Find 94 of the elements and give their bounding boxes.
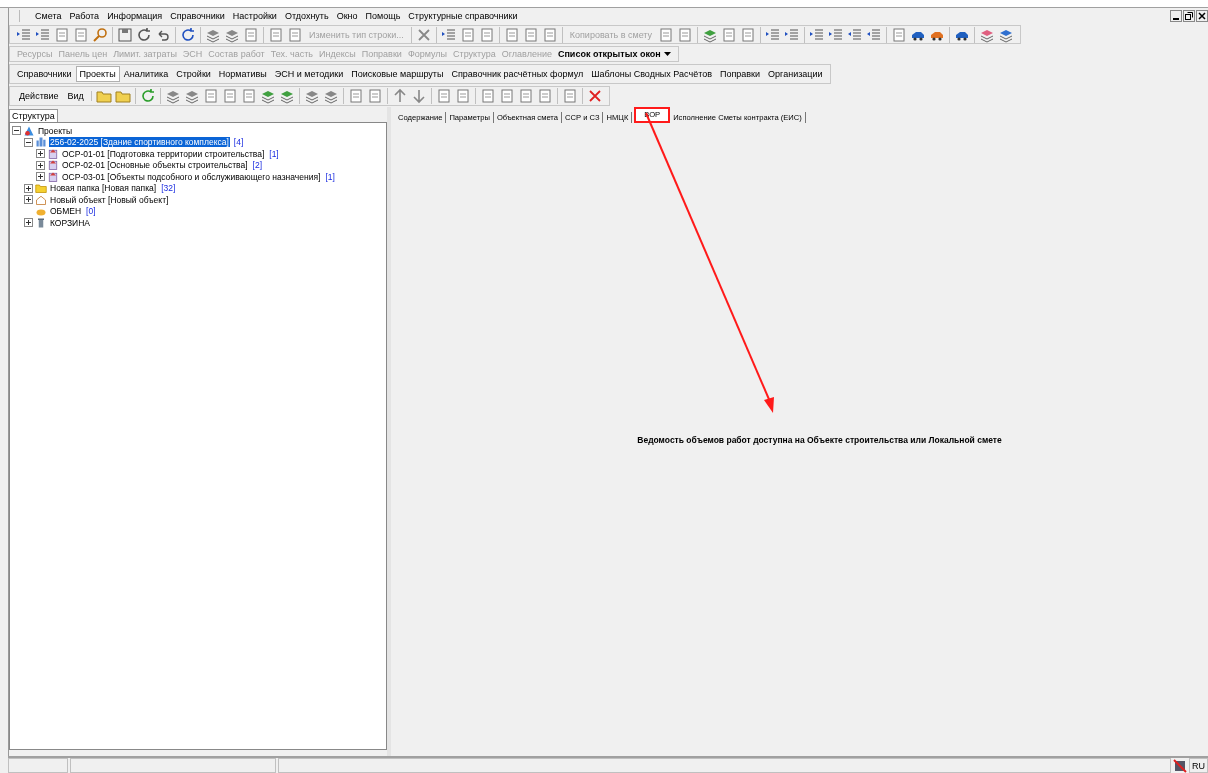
tree-item-label[interactable]: Проекты [37, 125, 74, 136]
stack-icon[interactable] [183, 88, 200, 104]
buildings-icon [35, 136, 47, 149]
menu-button[interactable]: Действие [16, 91, 62, 101]
document-icon[interactable] [517, 88, 534, 104]
info-message: Ведомость объемов работ доступна на Объекте строительства или Локальной смете [637, 434, 1002, 445]
document-icon[interactable] [536, 88, 553, 104]
trash-can-icon [35, 216, 47, 229]
nav-tab[interactable]: Поправки [715, 66, 765, 82]
no-entry-icon [1173, 758, 1187, 773]
list-icon[interactable] [765, 26, 782, 43]
dropdown-button[interactable]: Список открытых окон [554, 49, 674, 59]
tree-item-label[interactable]: Новая папка [Новая папка] [49, 183, 158, 194]
outdent-icon[interactable] [866, 26, 883, 43]
indent-icon[interactable] [828, 26, 845, 43]
menu-item[interactable]: Окно [332, 11, 362, 21]
tree-item-label[interactable]: ОСР-03-01 [Объекты подсобного и обслуживающего назначения] [61, 171, 322, 182]
menu-item[interactable]: Отдохнуть [280, 11, 333, 21]
nav-tab[interactable]: Организации [764, 66, 827, 82]
nav-tab[interactable]: ЭСН и методики [270, 66, 348, 82]
indent-icon[interactable] [809, 26, 826, 43]
triangle-icon [23, 124, 35, 137]
stack-icon[interactable] [322, 88, 339, 104]
caret-icon [663, 52, 671, 56]
indent-icon[interactable] [35, 26, 51, 43]
menu-item[interactable]: Смета [31, 11, 66, 21]
expand-icon[interactable] [24, 218, 33, 228]
expand-icon[interactable] [24, 195, 33, 205]
delete-icon[interactable] [586, 88, 603, 104]
menu-item[interactable]: Настройки [228, 11, 281, 21]
document-icon[interactable] [721, 26, 738, 43]
stack-icon[interactable] [303, 88, 320, 104]
collapse-icon[interactable] [12, 126, 21, 136]
save-icon[interactable] [117, 26, 133, 43]
folder-icon[interactable] [114, 88, 131, 104]
document-icon[interactable] [366, 88, 383, 104]
list-icon[interactable] [784, 26, 801, 43]
folder-icon[interactable] [95, 88, 112, 104]
tree-item-label[interactable]: КОРЗИНА [49, 217, 91, 228]
tree-item-label[interactable]: Новый объект [Новый объект] [49, 194, 170, 205]
refresh-icon[interactable] [136, 26, 152, 43]
folder-icon [35, 182, 47, 195]
menu-item[interactable]: Информация [103, 11, 167, 21]
item-count: [0] [86, 206, 96, 217]
expand-icon[interactable] [36, 160, 45, 170]
tree-item-label[interactable]: 256-02-2025 [Здание спортивного комплекса] [49, 137, 230, 148]
document-icon [47, 159, 59, 172]
language-indicator[interactable]: RU [1189, 758, 1208, 773]
restore-icon[interactable] [1183, 10, 1195, 22]
refresh-icon[interactable] [180, 26, 196, 43]
menu-button[interactable]: Вид [64, 91, 87, 101]
tree-item-label[interactable]: ОСР-02-01 [Основные объекты строительства] [61, 160, 249, 171]
document-icon[interactable] [479, 88, 496, 104]
nav-tab[interactable]: Стройки [172, 66, 215, 82]
nav-tab[interactable]: Шаблоны Сводных Расчётов [587, 66, 716, 82]
expand-icon[interactable] [24, 183, 33, 193]
menu-item[interactable]: Помощь [361, 11, 405, 21]
stack-icon[interactable] [164, 88, 181, 104]
document-icon [47, 147, 59, 160]
item-count: [1] [269, 148, 279, 159]
tree-list-icon[interactable] [440, 26, 457, 43]
document-icon[interactable] [347, 88, 364, 104]
nav-tab[interactable]: Аналитика [119, 66, 173, 82]
nav-tab[interactable]: Справочники [13, 66, 76, 82]
document-icon[interactable] [740, 26, 757, 43]
nav-tab[interactable]: Нормативы [214, 66, 271, 82]
tree-item-label[interactable]: ОСР-01-01 [Подготовка территории строительства] [61, 148, 266, 159]
nav-tab[interactable]: Проекты [75, 66, 120, 82]
document-icon[interactable] [498, 88, 515, 104]
menu-item[interactable]: Структурные справочники [404, 11, 522, 21]
document-icon[interactable] [459, 26, 476, 43]
status-pane [8, 758, 68, 773]
expand-icon[interactable] [36, 172, 45, 182]
refresh-icon[interactable] [139, 88, 156, 104]
document-icon[interactable] [202, 88, 219, 104]
expand-icon[interactable] [36, 149, 45, 159]
panel-tab[interactable]: Структура [9, 109, 58, 122]
item-count: [4] [233, 137, 244, 148]
item-count: [2] [252, 160, 263, 171]
nav-tab[interactable]: Справочник расчётных формул [447, 66, 588, 82]
item-count: [32] [161, 183, 176, 194]
menu-item[interactable]: Работа [65, 11, 104, 21]
search-icon[interactable] [92, 26, 108, 43]
menu-item[interactable]: Справочники [166, 11, 229, 21]
minimize-icon[interactable] [1170, 10, 1182, 22]
nav-tab[interactable]: Поисковые маршруты [347, 66, 448, 82]
document-icon [47, 170, 59, 183]
collapse-icon[interactable] [24, 137, 33, 147]
tree-list-icon[interactable] [16, 26, 32, 43]
item-count: [1] [325, 171, 335, 182]
arrow-down-icon[interactable] [410, 88, 427, 104]
outdent-icon[interactable] [847, 26, 864, 43]
close-icon[interactable] [1196, 10, 1208, 22]
tree-item-label[interactable]: ОБМЕН [49, 206, 83, 217]
